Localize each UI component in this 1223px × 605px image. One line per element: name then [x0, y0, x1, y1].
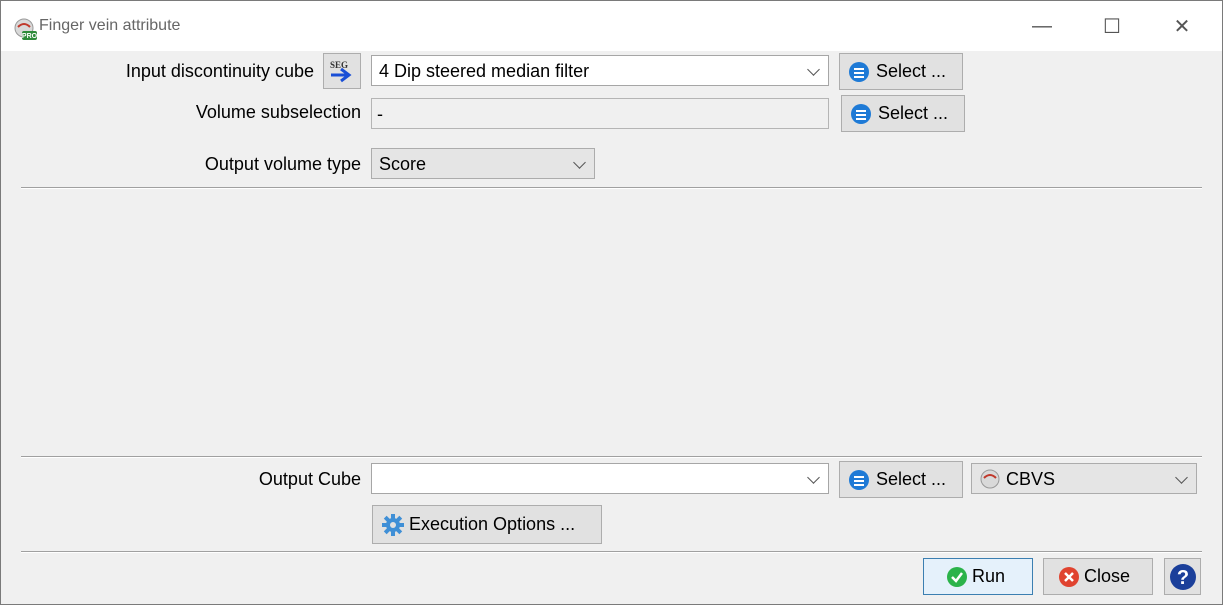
input-cube-value: 4 Dip steered median filter [379, 61, 590, 81]
output-format-dropdown[interactable]: CBVS [971, 463, 1197, 494]
separator [21, 187, 1202, 189]
gear-icon [382, 513, 404, 536]
volume-select-button[interactable]: Select ... [841, 95, 965, 132]
separator [21, 456, 1202, 458]
output-cube-dropdown[interactable] [371, 463, 829, 494]
help-button[interactable]: ? [1164, 558, 1201, 595]
seg-arrow-icon: SEG [330, 60, 352, 83]
input-cube-label: Input discontinuity cube [125, 61, 314, 81]
input-cube-dropdown[interactable]: 4 Dip steered median filter [371, 55, 829, 86]
input-select-button[interactable]: Select ... [839, 53, 963, 90]
database-icon [849, 469, 869, 490]
volume-subselection-value: - [377, 104, 383, 124]
svg-text:PRO: PRO [22, 33, 37, 40]
close-x-icon [1059, 566, 1079, 587]
output-cube-label: Output Cube [258, 469, 361, 489]
pro-app-icon: PRO [14, 18, 37, 40]
window-title: Finger vein attribute [39, 17, 181, 34]
run-label: Run [972, 566, 1006, 586]
svg-text:SEG: SEG [330, 60, 348, 70]
input-select-label: Select ... [876, 61, 947, 81]
database-icon [851, 103, 871, 124]
output-type-dropdown[interactable]: Score [371, 148, 595, 179]
separator [21, 551, 1202, 553]
output-type-label: Output volume type [204, 154, 361, 174]
minimize-button[interactable]: — [1014, 1, 1070, 51]
output-format-value: CBVS [1006, 469, 1056, 489]
volume-select-label: Select ... [878, 103, 949, 123]
execution-options-button[interactable]: Execution Options ... [372, 505, 602, 544]
output-select-label: Select ... [876, 469, 947, 489]
output-select-button[interactable]: Select ... [839, 461, 963, 498]
cbvs-format-icon [980, 469, 1000, 489]
chevron-down-icon [807, 471, 820, 484]
maximize-button[interactable]: ☐ [1084, 1, 1140, 51]
help-icon: ? [1169, 563, 1196, 590]
execution-options-label: Execution Options ... [409, 514, 576, 534]
volume-subselection-field[interactable]: - [371, 98, 829, 129]
checkmark-icon [947, 566, 967, 587]
close-button[interactable]: Close [1043, 558, 1153, 595]
title-bar: PRO Finger vein attribute — ☐ ✕ [1, 1, 1222, 51]
chevron-down-icon [807, 63, 820, 76]
svg-text:?: ? [1176, 567, 1188, 589]
close-window-button[interactable]: ✕ [1154, 1, 1210, 51]
seg-import-button[interactable]: SEG [323, 53, 361, 89]
chevron-down-icon [1175, 471, 1188, 484]
close-label: Close [1084, 566, 1131, 586]
dialog-window: PRO Finger vein attribute — ☐ ✕ Input di… [0, 0, 1223, 605]
chevron-down-icon [573, 156, 586, 169]
output-type-value: Score [379, 154, 427, 174]
run-button[interactable]: Run [923, 558, 1033, 595]
volume-subselection-label: Volume subselection [195, 102, 361, 122]
database-icon [849, 61, 869, 82]
